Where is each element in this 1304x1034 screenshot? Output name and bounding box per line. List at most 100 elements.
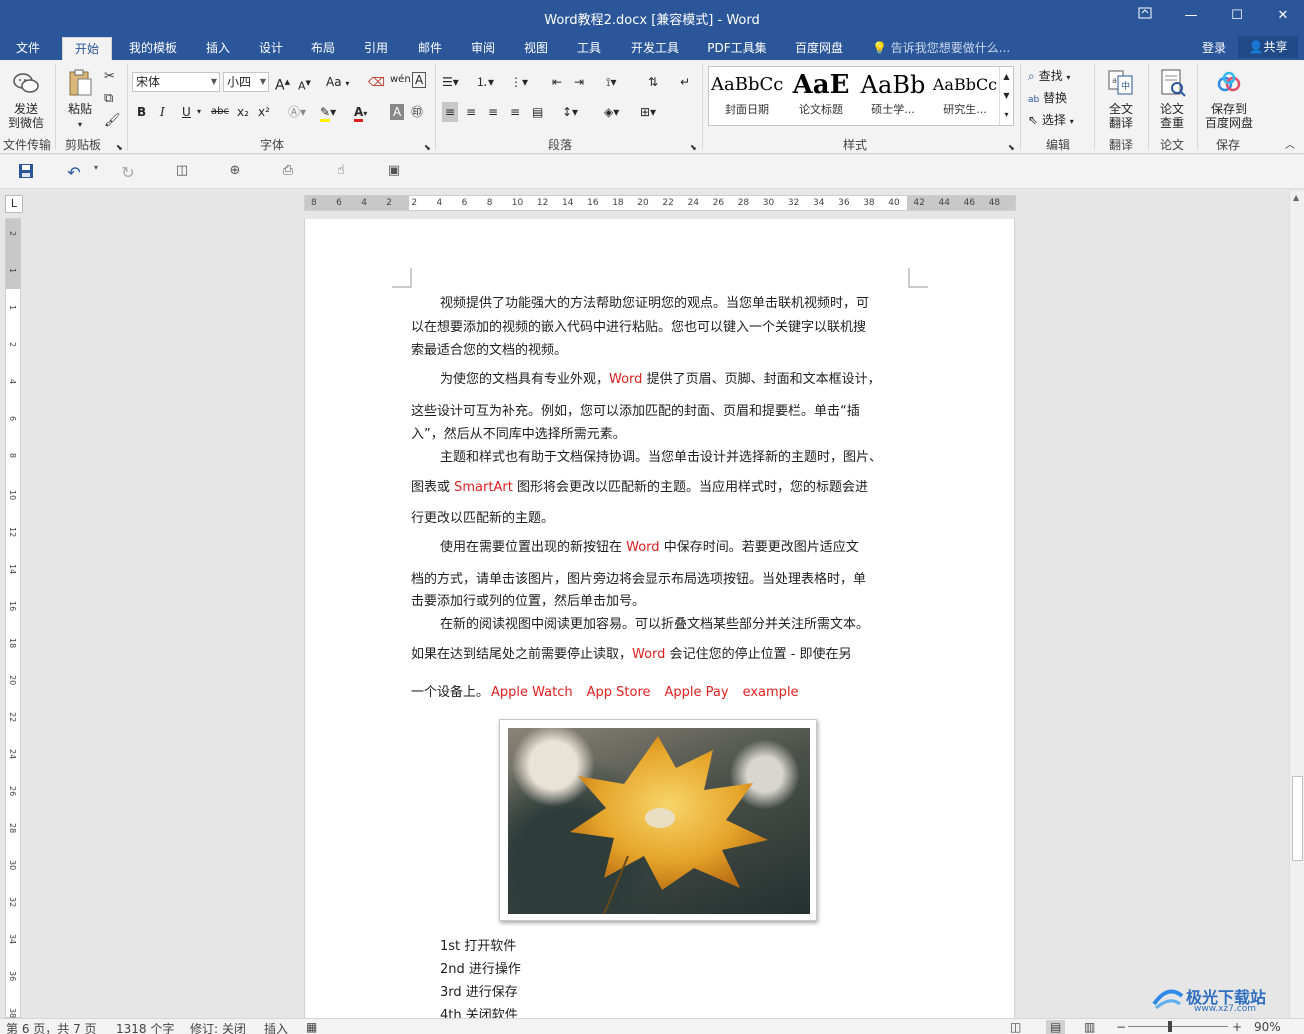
clear-format-icon[interactable]: ⌫ bbox=[368, 72, 385, 92]
subscript-button[interactable]: x₂ bbox=[237, 102, 249, 122]
borders-icon[interactable]: ⊞▾ bbox=[640, 102, 656, 122]
shrink-font-button[interactable]: A▼ bbox=[298, 73, 311, 93]
customize-qat-icon[interactable]: ▣ bbox=[384, 163, 404, 181]
copy-icon[interactable]: ⧉ bbox=[104, 88, 113, 108]
italic-button[interactable]: I bbox=[160, 102, 165, 122]
change-case-button[interactable]: Aa ▾ bbox=[326, 72, 349, 92]
style-master-thesis[interactable]: AaBb 硕士学... bbox=[857, 69, 929, 123]
text-effects-icon[interactable]: Ⓐ▾ bbox=[288, 102, 306, 122]
increase-indent-icon[interactable]: ⇥ bbox=[574, 72, 584, 92]
redo-icon[interactable]: ↻ bbox=[118, 163, 138, 182]
tab-baidu-netdisk[interactable]: 百度网盘 bbox=[786, 37, 852, 60]
maximize-button[interactable]: ☐ bbox=[1222, 5, 1252, 27]
superscript-button[interactable]: x² bbox=[258, 102, 270, 122]
tab-file[interactable]: 文件 bbox=[4, 37, 52, 60]
tab-selector[interactable]: L bbox=[5, 195, 23, 213]
sort-icon[interactable]: ⇅ bbox=[648, 72, 658, 92]
strikethrough-button[interactable]: abc bbox=[211, 102, 229, 122]
bold-button[interactable]: B bbox=[137, 102, 146, 122]
insert-mode[interactable]: 插入 bbox=[264, 1020, 288, 1034]
vertical-ruler[interactable]: 2 1 1 2 4 6 8 10 12 14 16 18 20 22 24 26 28 30 32 34 36 38 bbox=[5, 218, 21, 1018]
print-preview-icon[interactable]: ⎙ bbox=[278, 163, 298, 181]
format-painter-icon[interactable]: 🖌 bbox=[104, 110, 121, 130]
tab-developer[interactable]: 开发工具 bbox=[622, 37, 688, 60]
grow-font-button[interactable]: A▲ bbox=[275, 72, 290, 94]
paste-button[interactable]: 粘贴 ▾ bbox=[60, 68, 100, 132]
align-left-icon[interactable]: ≡ bbox=[442, 102, 459, 122]
undo-dropdown-icon[interactable]: ▾ bbox=[86, 163, 106, 181]
scroll-up-icon[interactable]: ▲ bbox=[1293, 193, 1299, 202]
login-link[interactable]: 登录 bbox=[1202, 39, 1226, 56]
save-to-baidu-button[interactable]: 保存到 百度网盘 bbox=[1200, 68, 1258, 130]
close-button[interactable]: ✕ bbox=[1268, 5, 1298, 27]
show-marks-icon[interactable]: ↵ bbox=[680, 72, 690, 92]
link-apple-pay[interactable]: Apple Pay bbox=[665, 685, 729, 700]
char-shading-icon[interactable]: A bbox=[390, 104, 405, 120]
tell-me-box[interactable]: 💡 告诉我您想要做什么... bbox=[872, 39, 1010, 56]
replace-button[interactable]: ab 替换 bbox=[1028, 88, 1067, 108]
send-to-wechat-button[interactable]: 发送 到微信 bbox=[4, 68, 48, 130]
read-mode-view-icon[interactable]: ◫ bbox=[1010, 1020, 1021, 1034]
align-center-icon[interactable]: ≡ bbox=[466, 102, 476, 122]
tab-insert[interactable]: 插入 bbox=[196, 37, 240, 60]
underline-button[interactable]: U bbox=[182, 102, 191, 122]
font-size-select[interactable]: 小四 ▼ bbox=[223, 72, 269, 92]
phonetic-guide-icon[interactable]: wén bbox=[390, 70, 411, 90]
vertical-scrollbar[interactable]: ▲ bbox=[1289, 191, 1304, 1018]
full-translate-button[interactable]: a中 全文 翻译 bbox=[1100, 68, 1142, 130]
tab-my-templates[interactable]: 我的模板 bbox=[120, 37, 186, 60]
line-spacing-icon[interactable]: ↕▾ bbox=[562, 102, 578, 122]
tab-design[interactable]: 设计 bbox=[249, 37, 293, 60]
distributed-icon[interactable]: ▤ bbox=[532, 102, 543, 122]
shading-icon[interactable]: ◈▾ bbox=[604, 102, 619, 122]
font-name-select[interactable]: 宋体 ▼ bbox=[132, 72, 220, 92]
web-layout-icon[interactable]: ⊕ bbox=[225, 163, 245, 181]
char-border-icon[interactable]: A bbox=[412, 72, 427, 88]
undo-icon[interactable]: ↶ bbox=[64, 163, 84, 182]
bullets-icon[interactable]: ☰▾ bbox=[442, 72, 459, 92]
style-paper-title[interactable]: AaE 论文标题 bbox=[785, 69, 857, 123]
zoom-slider-thumb[interactable] bbox=[1168, 1021, 1172, 1032]
share-button[interactable]: 👤共享 bbox=[1238, 36, 1298, 58]
enclose-char-icon[interactable]: ㊞ bbox=[411, 102, 423, 122]
link-app-store[interactable]: App Store bbox=[587, 685, 651, 700]
leaf-picture[interactable] bbox=[499, 719, 817, 921]
style-graduate[interactable]: AaBbCc 研究生... bbox=[929, 69, 1001, 123]
collapse-ribbon-icon[interactable]: ︿ bbox=[1285, 136, 1295, 156]
tab-review[interactable]: 审阅 bbox=[461, 37, 505, 60]
horizontal-ruler[interactable]: 8 6 4 2 2 4 6 8 10 12 14 16 18 20 22 24 26 28 30 32 34 36 38 40… bbox=[304, 195, 1016, 211]
cut-icon[interactable]: ✂ bbox=[104, 66, 115, 86]
ribbon-display-icon[interactable] bbox=[1130, 5, 1160, 27]
justify-icon[interactable]: ≡ bbox=[510, 102, 520, 122]
page-count[interactable]: 第 6 页，共 7 页 bbox=[6, 1020, 97, 1034]
tab-view[interactable]: 视图 bbox=[514, 37, 558, 60]
print-layout-view-icon[interactable]: ▤ bbox=[1046, 1020, 1066, 1034]
highlight-color-icon[interactable]: ✎▾ bbox=[320, 102, 336, 122]
macro-record-icon[interactable]: ▦ bbox=[306, 1020, 317, 1034]
scrollbar-thumb[interactable] bbox=[1292, 776, 1303, 861]
select-button[interactable]: ⇖ 选择 ▾ bbox=[1028, 110, 1074, 130]
tab-tools[interactable]: 工具 bbox=[567, 37, 611, 60]
tab-references[interactable]: 引用 bbox=[354, 37, 398, 60]
tab-pdf-tools[interactable]: PDF工具集 bbox=[698, 37, 776, 60]
track-changes-status[interactable]: 修订: 关闭 bbox=[190, 1020, 246, 1034]
link-apple-watch[interactable]: Apple Watch bbox=[491, 685, 573, 700]
multilevel-list-icon[interactable]: ⋮▾ bbox=[510, 72, 528, 92]
read-mode-icon[interactable]: ◫ bbox=[172, 163, 192, 181]
zoom-out-icon[interactable]: − bbox=[1116, 1020, 1126, 1034]
chinese-layout-icon[interactable]: ⟟▾ bbox=[606, 72, 617, 92]
decrease-indent-icon[interactable]: ⇤ bbox=[552, 72, 562, 92]
align-right-icon[interactable]: ≡ bbox=[488, 102, 498, 122]
tab-mailings[interactable]: 邮件 bbox=[408, 37, 452, 60]
numbering-icon[interactable]: ⒈▾ bbox=[476, 72, 494, 92]
link-example[interactable]: example bbox=[743, 685, 799, 700]
paper-check-button[interactable]: 论文 查重 bbox=[1152, 68, 1192, 130]
tab-layout[interactable]: 布局 bbox=[301, 37, 345, 60]
word-count[interactable]: 1318 个字 bbox=[116, 1020, 174, 1034]
tab-home[interactable]: 开始 bbox=[62, 37, 112, 60]
find-button[interactable]: ⌕ 查找 ▾ bbox=[1028, 66, 1070, 86]
style-cover-date[interactable]: AaBbCc 封面日期 bbox=[711, 69, 783, 123]
zoom-level[interactable]: 90% bbox=[1254, 1020, 1281, 1034]
save-icon[interactable] bbox=[16, 163, 36, 181]
touch-mode-icon[interactable]: ☝ bbox=[331, 163, 351, 181]
